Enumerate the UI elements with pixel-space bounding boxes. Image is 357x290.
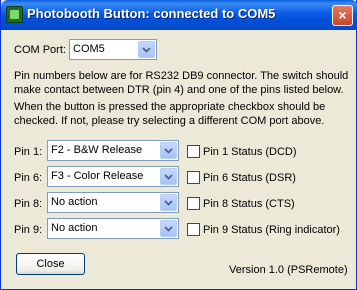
chevron-down-icon[interactable]: [160, 142, 177, 159]
close-button[interactable]: Close: [16, 253, 85, 275]
pin-8-label: Pin 8:: [14, 198, 43, 210]
dialog-window: Photobooth Button: connected to COM5 × C…: [0, 0, 357, 290]
pin-6-action-value: F3 - Color Release: [51, 170, 144, 182]
chevron-down-icon[interactable]: [160, 168, 177, 185]
chevron-down-icon[interactable]: [160, 194, 177, 211]
pin-6-status-checkbox[interactable]: [187, 171, 200, 184]
info-paragraph-1: Pin numbers below are for RS232 DB9 conn…: [14, 70, 349, 96]
pin-9-action-select[interactable]: No action: [47, 218, 179, 239]
pin-6-status-label: Pin 6 Status (DSR): [203, 172, 296, 184]
info-paragraph-2: When the button is pressed the appropria…: [14, 101, 326, 127]
pin-6-label: Pin 6:: [14, 172, 43, 184]
pin-9-label: Pin 9:: [14, 224, 43, 236]
com-port-value: COM5: [73, 43, 105, 55]
chevron-down-icon[interactable]: [138, 41, 155, 58]
pin-1-action-value: F2 - B&W Release: [51, 144, 143, 156]
com-port-label: COM Port:: [14, 44, 66, 56]
pin-9-status-checkbox[interactable]: [187, 223, 200, 236]
window-title: Photobooth Button: connected to COM5: [27, 6, 276, 21]
pin-1-action-select[interactable]: F2 - B&W Release: [47, 140, 179, 161]
pin-6-action-select[interactable]: F3 - Color Release: [47, 166, 179, 187]
pin-1-status-label: Pin 1 Status (DCD): [203, 146, 297, 158]
pin-8-action-select[interactable]: No action: [47, 192, 179, 213]
pin-1-label: Pin 1:: [14, 146, 43, 158]
com-port-select[interactable]: COM5: [69, 39, 157, 60]
title-bar[interactable]: Photobooth Button: connected to COM5 ×: [1, 0, 357, 30]
pin-8-status-label: Pin 8 Status (CTS): [203, 198, 295, 210]
pin-8-action-value: No action: [51, 196, 98, 208]
pin-1-status-checkbox[interactable]: [187, 145, 200, 158]
chevron-down-icon[interactable]: [160, 220, 177, 237]
pin-9-action-value: No action: [51, 222, 98, 234]
pin-8-status-checkbox[interactable]: [187, 197, 200, 210]
window-close-button[interactable]: ×: [332, 5, 353, 26]
app-icon: [6, 6, 23, 23]
version-label: Version 1.0 (PSRemote): [229, 264, 348, 276]
pin-9-status-label: Pin 9 Status (Ring indicator): [203, 224, 340, 236]
